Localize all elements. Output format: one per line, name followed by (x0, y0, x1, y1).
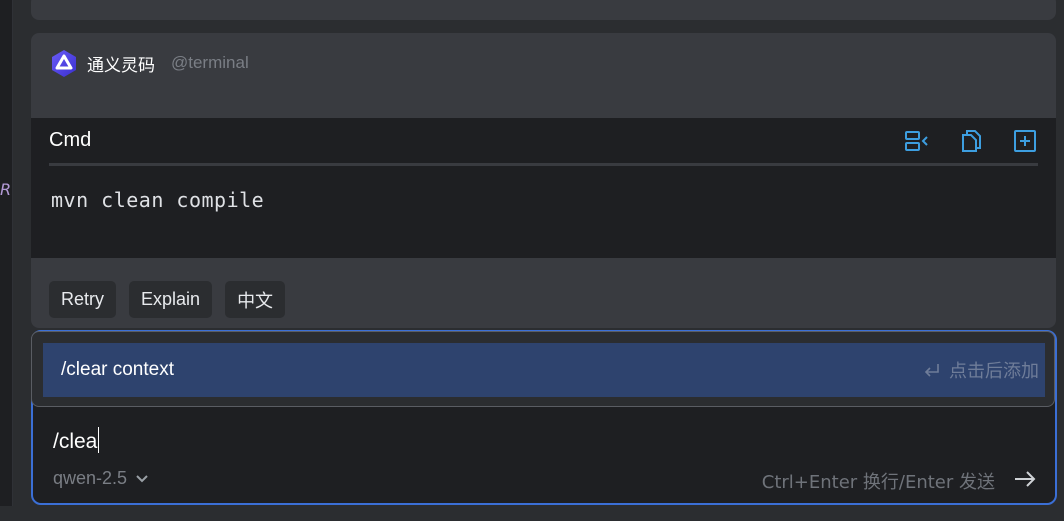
editor-gutter: R (0, 0, 12, 521)
code-language-label: Cmd (49, 129, 92, 151)
enter-return-icon (924, 364, 939, 377)
chat-input-value: /clea (53, 430, 98, 453)
retry-button[interactable]: Retry (49, 281, 117, 318)
tongyi-lingma-logo-icon (52, 50, 76, 77)
message-header: 通义灵码 @terminal (49, 47, 249, 79)
model-selector[interactable]: qwen-2.5 (53, 468, 149, 489)
arrow-right-icon (1015, 471, 1036, 487)
mention-tag: @terminal (171, 53, 249, 72)
code-content: mvn clean compile (51, 188, 265, 212)
insert-to-terminal-icon[interactable] (904, 128, 930, 154)
gutter-marker: R (0, 180, 12, 199)
send-button[interactable] (1013, 468, 1037, 490)
quick-actions: Retry Explain 中文 (49, 281, 286, 318)
copy-icon[interactable] (958, 128, 984, 154)
explain-button[interactable]: Explain (129, 281, 213, 318)
assistant-name: 通义灵码 (87, 55, 155, 76)
code-actions (904, 128, 1038, 154)
assistant-message-card: 通义灵码 @terminal Cmd mvn clean compile Ret… (31, 33, 1056, 328)
suggestion-label: /clear context (61, 359, 174, 380)
divider (31, 258, 1056, 262)
chat-input[interactable]: /clea (53, 427, 100, 454)
text-caret (98, 427, 100, 453)
chevron-down-icon (136, 474, 148, 482)
suggestion-item-clear-context[interactable]: /clear context 点击后添加 (43, 343, 1045, 397)
divider (12, 0, 13, 521)
bottom-margin (0, 506, 1064, 521)
previous-message-card (31, 0, 1056, 20)
model-name: qwen-2.5 (53, 468, 128, 488)
code-block: Cmd mvn clean compile (31, 118, 1056, 262)
suggestion-hint: 点击后添加 (923, 357, 1039, 383)
code-block-header: Cmd (49, 118, 1038, 166)
chinese-button[interactable]: 中文 (225, 281, 286, 318)
new-file-icon[interactable] (1012, 128, 1038, 154)
command-suggestion-popup: /clear context 点击后添加 (31, 331, 1055, 407)
suggestion-hint-text: 点击后添加 (949, 361, 1039, 382)
send-hint: Ctrl+Enter 换行/Enter 发送 (761, 472, 995, 493)
